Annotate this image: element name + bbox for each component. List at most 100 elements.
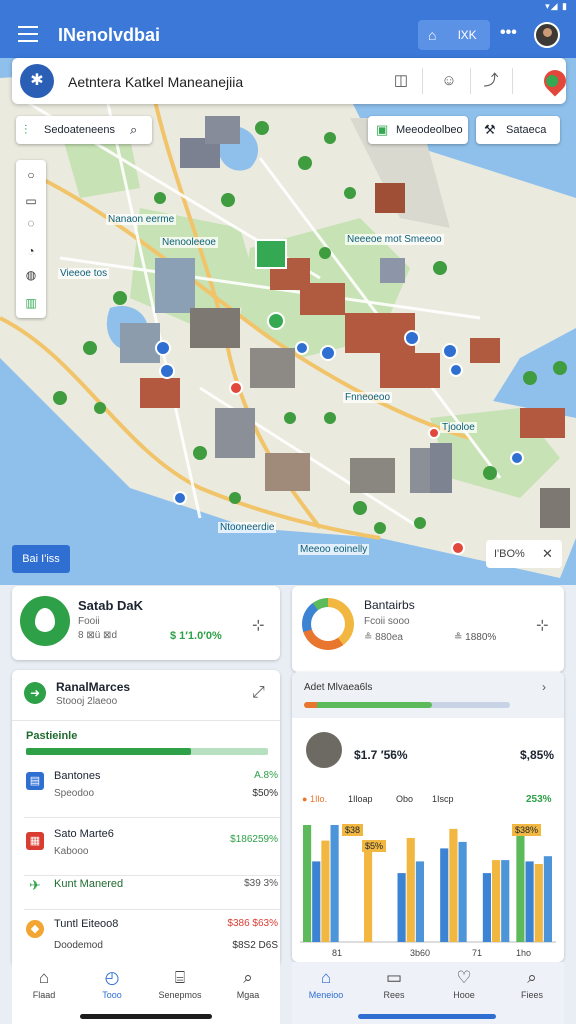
chart-bar: [482, 873, 491, 942]
search-tool-icon[interactable]: ○: [20, 164, 42, 186]
chart-bar: [449, 828, 458, 942]
pin-icon[interactable]: ⊹: [536, 616, 549, 634]
status-bar: ▾◢ ▮: [0, 0, 576, 14]
nav-label: Tooo: [102, 990, 122, 1000]
red-pin-icon: [428, 427, 440, 439]
nav-item-settings[interactable]: ⌸ Senepmos: [150, 968, 210, 1000]
layers-tool-icon[interactable]: ▥: [20, 292, 42, 314]
bottom-nav-right: ⌂ Meneioo ▭ Rees ♡ Hooe ⌕ Fiees: [292, 962, 564, 1024]
zoom-chip: I'BO% ✕: [486, 540, 562, 568]
location-pin-icon[interactable]: [539, 65, 571, 97]
card-icon: ▭: [385, 968, 403, 987]
price-right-value: $,85%: [520, 748, 555, 762]
nav-item-tools[interactable]: ◴ Tooo: [82, 968, 142, 1000]
chart-bar: [458, 841, 467, 942]
blue-pin-icon: [155, 340, 171, 356]
plane-icon: ✈: [29, 877, 41, 893]
row-sub: Kabooo: [54, 846, 89, 857]
row-sub: Doodemod: [54, 940, 103, 951]
row-title: Sato Marte6: [54, 828, 114, 840]
smiley-icon[interactable]: ☺: [438, 70, 460, 92]
share-icon[interactable]: ⤴: [480, 70, 502, 92]
search-title: Aetntera Katkel Maneanejiia: [68, 74, 244, 90]
bar-chip: $5%: [362, 840, 387, 852]
map-label: Fnneoeoo: [343, 392, 393, 403]
hamburger-menu-icon[interactable]: [18, 26, 38, 42]
stat-card-a[interactable]: Satab DaK Fooii 8 ⊠ü ⊠d $ 1′1.0′0% ⊹: [12, 586, 280, 660]
gesture-handle: [80, 1014, 212, 1019]
nav-item-files[interactable]: ⌕ Fiees: [502, 968, 562, 1000]
building: [155, 258, 195, 313]
blue-pin-icon: [442, 343, 458, 359]
nav-item-hooe[interactable]: ♡ Hooe: [434, 968, 494, 1000]
map-label: Nanaon eerme: [106, 214, 177, 225]
building: [380, 258, 405, 283]
stat-card-b[interactable]: Bantairbs Fcoii sooo ≗ 880ea ≗ 1880% ⊹: [292, 586, 564, 672]
chart-bar: [525, 861, 534, 942]
filter-row[interactable]: Adet Mlvaea6ls ›: [292, 672, 564, 718]
list-item[interactable]: ◆ Tuntl Eiteoo8 Doodemod $386 $63% $8S2 …: [24, 910, 280, 968]
donut-chart-icon: [302, 598, 354, 650]
x-tick-label: 1ho: [516, 948, 532, 958]
close-icon[interactable]: ✕: [542, 546, 553, 562]
blue-pin-icon: [173, 491, 187, 505]
home-icon: ⌂: [428, 27, 437, 43]
zoom-value: I'BO%: [494, 548, 525, 560]
filter-chip[interactable]: ⫶ Sedoateneens ⌕: [16, 116, 152, 144]
app-bar: INenolvdbai ⌂ lXK •••: [0, 14, 576, 58]
x-tick-label: 81: [332, 948, 343, 958]
building: [520, 408, 565, 438]
nav-item-menu[interactable]: ⌂ Meneioo: [296, 968, 356, 1000]
nav-label: Mgaa: [236, 990, 260, 1000]
map-chip-2[interactable]: ⚒ Sataeca: [476, 116, 560, 144]
chat-tool-icon[interactable]: ◌: [20, 212, 42, 234]
globe-tool-icon[interactable]: ◍: [20, 264, 42, 286]
filter-chip-label: Sedoateneens: [44, 124, 115, 136]
stat-label: 1Ilo.: [309, 794, 327, 804]
section-label: Pastieinle: [26, 730, 78, 742]
building: [190, 308, 240, 348]
bulb-tool-icon[interactable]: ◔: [20, 240, 42, 262]
map-action-button[interactable]: Bai I'iss: [12, 545, 70, 573]
nav-label: Hooe: [453, 990, 475, 1000]
filter-slider-track[interactable]: [304, 702, 510, 708]
building-icon: ▤: [26, 772, 44, 790]
list-item[interactable]: ▤ Bantones Speodoo A.8% $50%: [24, 760, 280, 818]
stat-label: Obo: [396, 794, 414, 804]
nav-item-map[interactable]: ⌕ Mgaa: [218, 968, 278, 1000]
more-options-icon[interactable]: •••: [500, 24, 517, 42]
drop-shape: [35, 608, 55, 632]
nav-item-rees[interactable]: ▭ Rees: [364, 968, 424, 1000]
nav-item-home[interactable]: ⌂ Flaad: [14, 968, 74, 1000]
chevron-right-icon[interactable]: ›: [542, 680, 546, 694]
chart-bar: [492, 860, 501, 942]
place-thumbnail[interactable]: [304, 730, 344, 770]
image-icon: ▣: [376, 122, 389, 137]
calendar-tool-icon[interactable]: ▭: [20, 190, 42, 212]
building: [205, 116, 240, 144]
divider: [12, 720, 280, 721]
expand-icon[interactable]: ⤢: [252, 684, 265, 702]
drop-icon: [20, 596, 70, 646]
stat-label: 1Iscp: [432, 794, 454, 804]
bag-icon: ⌸: [174, 968, 186, 987]
home-chip[interactable]: ⌂ lXK: [418, 20, 490, 50]
building: [300, 283, 345, 315]
nav-label: Flaad: [32, 990, 56, 1000]
row-amount: $8S2 D6S: [232, 940, 278, 951]
map-chip-1[interactable]: ▣ Meeodeolbeo: [368, 116, 468, 144]
user-avatar[interactable]: [534, 22, 560, 48]
tools-icon: ⚒: [484, 122, 496, 137]
building: [470, 338, 500, 363]
row-title: Tuntl Eiteoo8: [54, 918, 119, 930]
compass-icon: ◴: [104, 968, 120, 987]
search-bar[interactable]: ✱ Aetntera Katkel Maneanejiia ◫ ☺ ⤴: [12, 58, 571, 104]
map-layers-icon[interactable]: ◫: [390, 70, 412, 92]
app-title: INenolvdbai: [58, 25, 161, 45]
pin-icon[interactable]: ⊹: [252, 616, 265, 634]
nav-label: Rees: [383, 990, 405, 1000]
stat-label: 1Iloap: [348, 794, 373, 804]
list-item[interactable]: ✈ Kunt Manered $39 3%: [24, 866, 280, 910]
chart-bar: [321, 840, 330, 942]
blue-pin-icon: [295, 341, 309, 355]
